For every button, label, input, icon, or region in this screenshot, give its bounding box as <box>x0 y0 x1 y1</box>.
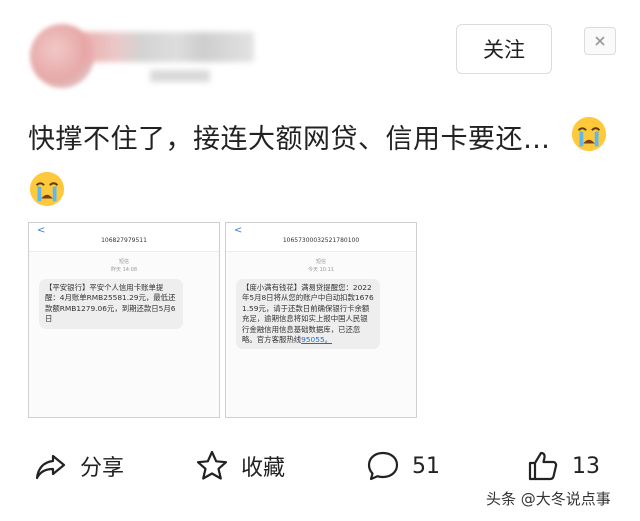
close-button[interactable] <box>584 27 616 55</box>
back-arrow-icon: < <box>234 225 243 236</box>
post-header: 关注 <box>0 0 640 100</box>
sms-bubble: 【度小满有钱花】满易贷提醒您：2022年5月8日将从您的账户中自动扣款16761… <box>236 279 380 350</box>
sms-kind-label: 短信 <box>118 259 129 265</box>
sms-time: 昨天 14:08 <box>111 267 137 273</box>
like-button[interactable]: 13 <box>526 446 600 486</box>
comment-icon <box>367 451 399 481</box>
comment-button[interactable]: 51 <box>366 446 440 486</box>
star-icon <box>196 450 228 480</box>
sms-time: 今天 10:11 <box>308 267 334 273</box>
like-count: 13 <box>572 453 600 479</box>
hotline-link[interactable]: 95055。 <box>301 335 332 344</box>
sms-kind-label: 短信 <box>315 259 326 265</box>
sms-header: < 10682797951​1 <box>29 223 219 252</box>
follow-button[interactable]: 关注 <box>456 24 552 74</box>
sms-header: < 10657300032521780100 <box>226 223 416 252</box>
crying-face-icon <box>29 171 65 207</box>
share-icon <box>35 454 66 480</box>
sms-sender: 10682797951​1 <box>101 237 147 244</box>
share-label: 分享 <box>80 456 125 481</box>
username-blurred[interactable] <box>82 32 254 62</box>
post-text: 快撑不住了，接连大额网贷、信用卡要还… <box>28 124 551 155</box>
sms-screenshot-2[interactable]: < 10657300032521780100 短信 今天 10:11 【度小满有… <box>225 222 417 418</box>
post-meta-blurred <box>150 70 210 82</box>
favorite-label: 收藏 <box>241 456 286 481</box>
post-body: 快撑不住了，接连大额网贷、信用卡要还… <box>28 112 588 168</box>
back-arrow-icon: < <box>37 225 46 236</box>
comment-count: 51 <box>412 453 440 479</box>
action-bar: 分享 收藏 51 13 <box>0 436 640 496</box>
favorite-button[interactable]: 收藏 <box>195 446 285 486</box>
close-icon <box>595 36 605 46</box>
thumbs-up-icon <box>528 451 558 481</box>
crying-face-icon <box>571 116 607 152</box>
watermark: 头条 @大冬说点事 <box>486 490 611 508</box>
sms-message: 【平安银行】平安个人信用卡账单提醒：4月账单RMB25581.29元，最低还款额… <box>45 283 176 324</box>
sms-sender: 10657300032521780100 <box>282 237 360 244</box>
sms-bubble: 【平安银行】平安个人信用卡账单提醒：4月账单RMB25581.29元，最低还款额… <box>39 279 183 329</box>
sms-screenshot-1[interactable]: < 10682797951​1 短信 昨天 14:08 【平安银行】平安个人信用… <box>28 222 220 418</box>
share-button[interactable]: 分享 <box>34 446 124 486</box>
